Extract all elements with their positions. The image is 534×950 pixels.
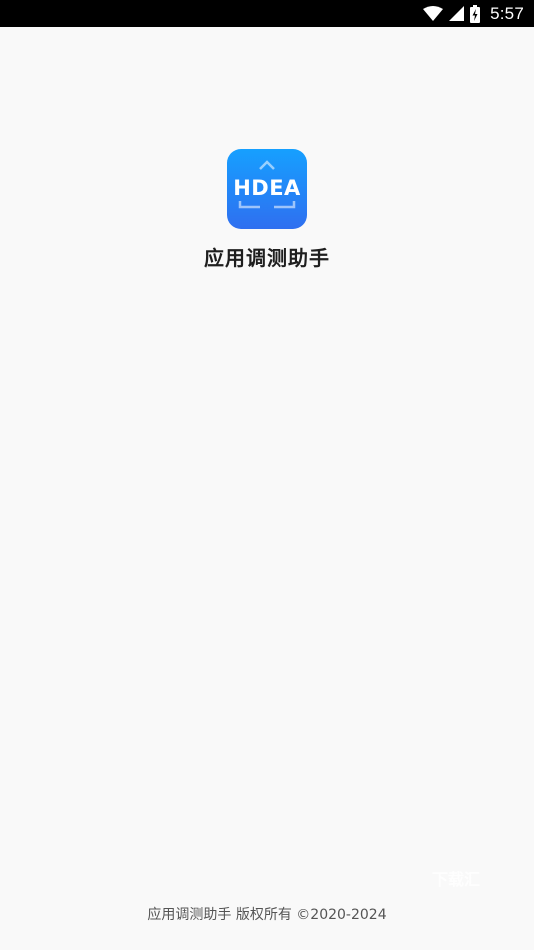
status-icons: 5:57 [423, 0, 524, 27]
app-logo: HDEA [227, 149, 307, 229]
app-name: 应用调测助手 [204, 246, 330, 270]
splash-screen: 5:57 HDEA 应用调测助手 下载汇 应用调测助手 版权所有 ©2020-2… [0, 0, 534, 950]
copyright-text: 应用调测助手 版权所有 ©2020-2024 [147, 907, 387, 923]
status-time: 5:57 [490, 3, 524, 23]
wifi-icon [423, 5, 444, 22]
logo-text: HDEA [233, 176, 301, 200]
cellular-signal-icon [449, 6, 465, 21]
status-bar: 5:57 [0, 0, 534, 27]
battery-charging-icon [470, 4, 481, 23]
watermark: 下载汇 [432, 870, 481, 889]
